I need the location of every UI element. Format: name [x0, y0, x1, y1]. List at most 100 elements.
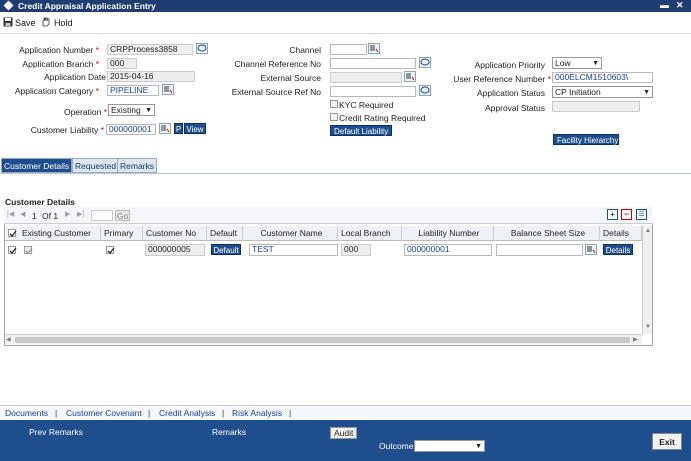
credit-analysis-link[interactable]: Credit Analysis	[159, 408, 215, 418]
col-liability-number: Liability Number	[402, 226, 494, 241]
col-balance-sheet-size: Balance Sheet Size	[494, 226, 600, 241]
window-title: Credit Appraisal Application Entry	[18, 1, 156, 11]
application-number-field[interactable]: CRPProcess3858	[107, 44, 193, 55]
channel-reference-field[interactable]	[330, 58, 416, 69]
application-branch-field[interactable]: 000	[107, 58, 137, 69]
link-separator: |	[222, 408, 225, 418]
channel-field[interactable]	[330, 44, 367, 55]
col-details: Details	[600, 226, 642, 241]
add-row-icon[interactable]: +	[607, 209, 618, 220]
customer-liability-lov-icon[interactable]	[159, 123, 171, 134]
scroll-right-icon[interactable]: ▶	[633, 336, 638, 343]
default-button[interactable]: Default	[211, 244, 241, 255]
single-view-icon[interactable]: ☰	[636, 209, 647, 220]
application-number-label: Application Number *	[19, 45, 99, 55]
col-existing-customer: Existing Customer	[19, 226, 101, 241]
risk-analysis-link[interactable]: Risk Analysis	[232, 408, 282, 418]
external-source-ref-field[interactable]	[330, 86, 416, 97]
liability-number-field[interactable]: 000000001	[404, 244, 492, 256]
page-number: 1	[32, 211, 37, 221]
link-separator: |	[289, 408, 292, 418]
kyc-required-label: KYC Required	[339, 100, 394, 110]
approval-status-label: Approval Status	[484, 103, 545, 113]
primary-checkbox[interactable]	[106, 246, 115, 254]
user-reference-field[interactable]: 000ELCM1510603\	[552, 72, 653, 83]
customer-name-field[interactable]: TEST	[249, 244, 338, 256]
credit-rating-label: Credit Rating Required	[339, 113, 426, 123]
application-category-field[interactable]: PIPELINE	[107, 85, 159, 96]
channel-reference-lookup-icon[interactable]	[419, 57, 431, 68]
outcome-select[interactable]: ▼	[414, 440, 485, 452]
page-input[interactable]	[91, 210, 113, 221]
chevron-down-icon: ▼	[145, 107, 152, 114]
go-button[interactable]: Go	[115, 210, 130, 221]
operation-select[interactable]: Existing ▼	[108, 104, 155, 116]
hold-button[interactable]: Hold	[54, 18, 73, 28]
external-source-lov-icon[interactable]	[404, 71, 416, 82]
application-status-label: Application Status	[476, 88, 545, 98]
details-button[interactable]: Details	[603, 244, 633, 255]
hold-icon	[42, 17, 50, 27]
application-priority-select[interactable]: Low ▼	[552, 57, 602, 69]
application-category-lov-icon[interactable]	[162, 84, 174, 95]
save-icon	[3, 17, 13, 27]
vertical-scrollbar[interactable]: ▲ ▼	[642, 226, 652, 334]
tab-remarks[interactable]: Remarks	[117, 158, 158, 173]
kyc-required-checkbox[interactable]	[330, 100, 338, 108]
chevron-down-icon: ▼	[592, 60, 599, 67]
view-button[interactable]: View	[184, 123, 206, 134]
scroll-thumb[interactable]	[15, 337, 630, 343]
customer-covenant-link[interactable]: Customer Covenant	[66, 408, 142, 418]
remarks-label: Remarks	[212, 427, 247, 437]
horizontal-scrollbar[interactable]: ◀ ▶	[5, 334, 642, 344]
channel-label: Channel	[289, 45, 321, 55]
customer-liability-field[interactable]: 000000001	[106, 124, 156, 135]
channel-lov-icon[interactable]	[368, 43, 380, 54]
close-icon[interactable]: ✕	[676, 0, 684, 11]
col-local-branch: Local Branch	[338, 226, 402, 241]
external-source-field[interactable]	[330, 72, 402, 83]
application-number-lookup-icon[interactable]	[196, 43, 208, 54]
application-priority-label: Application Priority	[474, 60, 545, 70]
external-source-ref-lookup-icon[interactable]	[419, 85, 431, 96]
prev-remarks-label: Prev Remarks	[29, 427, 83, 437]
p-button[interactable]: P	[174, 123, 183, 134]
balance-sheet-lov-icon[interactable]	[585, 244, 597, 255]
delete-row-icon[interactable]: −	[621, 209, 632, 220]
row-select-checkbox[interactable]	[8, 246, 17, 254]
exit-button[interactable]: Exit	[652, 433, 682, 450]
existing-customer-checkbox	[24, 246, 33, 254]
approval-status-field[interactable]	[552, 101, 640, 112]
application-status-select[interactable]: CP Initiation ▼	[552, 86, 653, 98]
external-source-label: External Source	[260, 73, 321, 83]
toolbar: Save Hold	[0, 14, 691, 34]
tab-requested[interactable]: Requested	[72, 158, 120, 173]
operation-label: Operation *	[63, 107, 107, 117]
scroll-down-icon[interactable]: ▼	[645, 324, 651, 330]
last-page-icon[interactable]: ▶|	[77, 210, 84, 218]
facility-hierarchy-button[interactable]: Facility Hierarchy	[553, 134, 619, 145]
customer-no-field[interactable]: 000000005	[145, 244, 205, 256]
pager: |◀ ◀ 1 Of 1 ▶ ▶| Go + − ☰	[4, 207, 653, 224]
scroll-up-icon[interactable]: ▲	[645, 228, 651, 234]
application-category-label: Application Category *	[14, 86, 99, 96]
tab-customer-details[interactable]: Customer Details	[1, 158, 73, 173]
prev-page-icon[interactable]: ◀	[20, 210, 25, 218]
page-of-label: Of 1	[42, 211, 59, 221]
application-date-field[interactable]: 2015-04-16	[107, 71, 195, 82]
select-all-checkbox[interactable]	[8, 229, 17, 237]
first-page-icon[interactable]: |◀	[7, 210, 14, 218]
default-liability-button[interactable]: Default Liability	[330, 125, 392, 136]
documents-link[interactable]: Documents	[5, 408, 48, 418]
link-separator: |	[148, 408, 151, 418]
credit-rating-checkbox[interactable]	[330, 113, 338, 121]
outcome-label: Outcome	[379, 441, 414, 451]
chevron-down-icon: ▼	[475, 443, 482, 450]
save-button[interactable]: Save	[15, 18, 36, 28]
minimize-icon[interactable]: ▬	[660, 0, 669, 10]
balance-sheet-size-field[interactable]	[496, 244, 583, 256]
audit-button[interactable]: Audit	[330, 427, 358, 439]
scroll-left-icon[interactable]: ◀	[6, 336, 11, 343]
next-page-icon[interactable]: ▶	[65, 210, 70, 218]
local-branch-field[interactable]: 000	[341, 244, 371, 256]
